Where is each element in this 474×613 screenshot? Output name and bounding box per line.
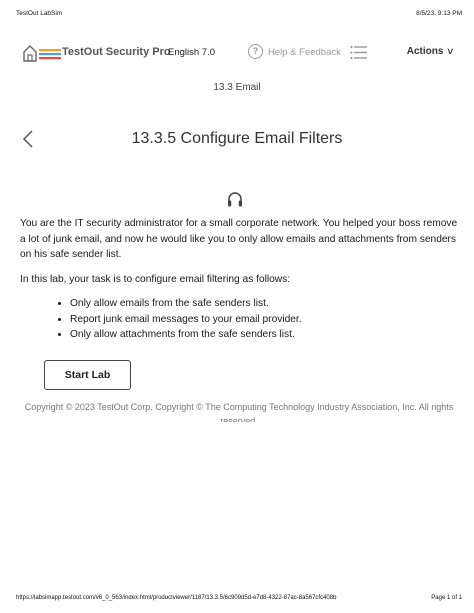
print-header: TestOut LabSim 8/5/23, 9:13 PM — [16, 10, 462, 22]
intro-paragraph: You are the IT security administrator fo… — [20, 218, 458, 260]
actions-label: Actions — [406, 46, 444, 57]
help-feedback-link[interactable]: Help & Feedback — [268, 47, 341, 58]
section-title: 13.3 Email — [213, 82, 261, 93]
testout-logo-icon[interactable] — [22, 42, 62, 64]
page-url: https://labsimapp.testout.com/v6_0_563/i… — [16, 595, 337, 601]
print-footer: https://labsimapp.testout.com/v6_0_563/i… — [16, 595, 462, 607]
table-of-contents-icon[interactable] — [350, 45, 367, 60]
list-item: Report junk email messages to your email… — [70, 312, 462, 328]
task-list: Only allow emails from the safe senders … — [70, 296, 462, 343]
print-header-title: TestOut LabSim — [16, 10, 63, 17]
task-paragraph: In this lab, your task is to configure e… — [20, 273, 291, 285]
page-title: 13.3.5 Configure Email Filters — [131, 130, 343, 147]
chevron-down-icon: ∨ — [446, 46, 455, 56]
print-header-datetime: 8/5/23, 9:13 PM — [416, 10, 462, 17]
language-version[interactable]: English 7.0 — [168, 47, 215, 58]
product-name: TestOut Security Pro — [62, 46, 171, 58]
start-lab-button[interactable]: Start Lab — [44, 360, 131, 390]
actions-menu-button[interactable]: Actions ∨ — [406, 46, 455, 57]
help-icon[interactable]: ? — [248, 44, 263, 59]
page-number: Page 1 of 1 — [431, 595, 462, 601]
top-navigation-bar: TestOut Security Pro English 7.0 ? Help … — [22, 42, 455, 64]
headphones-icon[interactable] — [226, 190, 244, 208]
copyright-notice: Copyright © 2023 TestOut Corp. Copyright… — [24, 402, 454, 422]
list-item: Only allow emails from the safe senders … — [70, 296, 462, 312]
lab-instructions: You are the IT security administrator fo… — [20, 216, 462, 343]
list-item: Only allow attachments from the safe sen… — [70, 327, 462, 343]
